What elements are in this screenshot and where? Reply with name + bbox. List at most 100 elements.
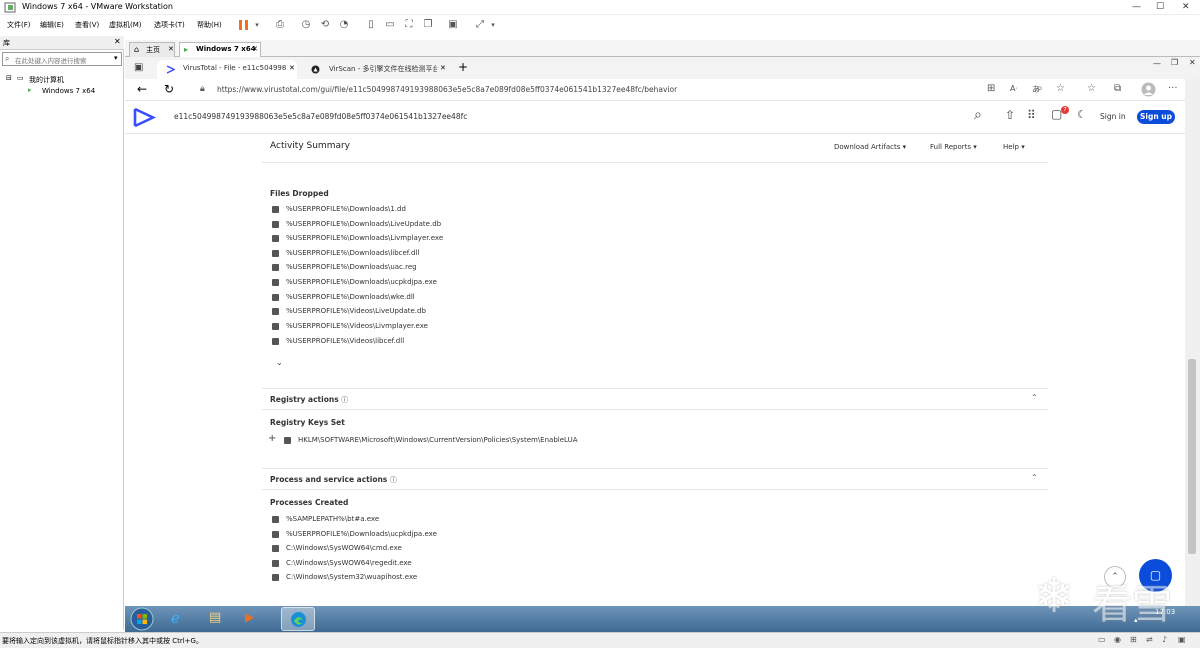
suspend-icon[interactable] [237, 19, 251, 31]
close-icon[interactable]: ✕ [1182, 2, 1190, 12]
file-explorer-icon[interactable]: ▤ [209, 610, 221, 625]
device-hdd-icon[interactable]: ▭ [1098, 635, 1106, 644]
url-field[interactable]: https://www.virustotal.com/gui/file/e11c… [217, 85, 677, 94]
menu-view[interactable]: 查看(V) [75, 20, 99, 30]
tree-collapse-icon[interactable]: ⊟ [6, 74, 12, 82]
tab-vm-close-icon[interactable]: ✕ [252, 45, 258, 53]
browser-tab-virustotal[interactable]: VirusTotal - File - e11c504998749... [157, 60, 297, 79]
collapse-icon[interactable]: ⌃ [1031, 473, 1038, 482]
sign-up-button[interactable]: Sign up [1137, 110, 1175, 124]
stretch-guest-icon[interactable]: ⤢ [473, 18, 487, 32]
menu-file[interactable]: 文件(F) [7, 20, 31, 30]
favorites-icon[interactable]: ☆ [1087, 83, 1096, 94]
add-favorite-icon[interactable]: ☆ [1056, 83, 1065, 94]
virustotal-logo-icon[interactable] [133, 107, 156, 128]
file-icon [272, 279, 279, 286]
tab-home-close-icon[interactable]: ✕ [168, 45, 174, 53]
expand-plus-icon[interactable]: + [268, 433, 276, 444]
tree-my-computer[interactable]: ⊟ ▭ 我的计算机 [6, 74, 116, 86]
registry-actions-title[interactable]: Registry actions ⓘ [270, 395, 348, 405]
lock-icon[interactable]: 🔒︎ [200, 84, 205, 94]
start-button-icon[interactable] [130, 607, 154, 631]
clock[interactable]: 17:03 [1155, 608, 1175, 616]
console-view-icon[interactable]: ▣ [446, 18, 460, 32]
show-library-icon[interactable]: ▯ [364, 18, 378, 32]
zoom-icon[interactable]: ⌕ [1037, 83, 1043, 94]
library-close-icon[interactable]: ✕ [114, 37, 121, 46]
menu-vm[interactable]: 虚拟机(M) [109, 20, 142, 30]
chat-button[interactable]: ▢ [1139, 559, 1172, 592]
snapshot-manager-icon[interactable]: ◔ [337, 18, 351, 32]
internet-explorer-icon[interactable]: ℯ [171, 609, 180, 627]
device-cd-icon[interactable]: ◉ [1114, 635, 1121, 644]
collapse-icon[interactable]: ⌃ [1031, 393, 1038, 402]
menu-edit[interactable]: 编辑(E) [40, 20, 64, 30]
download-artifacts-menu[interactable]: Download Artifacts ▾ [834, 143, 906, 151]
tab-home[interactable]: ⌂ 主页 ✕ [129, 42, 175, 57]
refresh-icon[interactable]: ↻ [164, 82, 174, 96]
tab-actions-icon[interactable]: ▣ [134, 62, 143, 73]
device-network-icon[interactable]: ⊞ [1130, 635, 1137, 644]
sign-in-link[interactable]: Sign in [1100, 112, 1126, 121]
browser-tab-close-icon[interactable]: ✕ [287, 64, 297, 72]
snapshot-icon[interactable]: ◷ [299, 18, 313, 32]
scrollbar-thumb[interactable] [1188, 359, 1196, 554]
search-hash-input[interactable]: e11c504998749193988063e5e5c8a7e089fd08e5… [174, 112, 467, 121]
suspend-dropdown-icon[interactable]: ▾ [250, 18, 264, 32]
search-dropdown-icon[interactable]: ▾ [114, 54, 118, 62]
info-icon[interactable]: ⓘ [341, 396, 348, 404]
stretch-dropdown-icon[interactable]: ▾ [486, 18, 500, 32]
media-player-icon[interactable]: ▶ [245, 610, 254, 624]
process-icon [272, 545, 279, 552]
edge-taskbar-button[interactable] [281, 607, 315, 631]
process-actions-title[interactable]: Process and service actions ⓘ [270, 475, 397, 485]
scroll-to-top-button[interactable]: ⌃ [1104, 566, 1126, 588]
info-icon[interactable]: ⓘ [390, 476, 397, 484]
new-tab-icon[interactable]: + [458, 60, 468, 74]
thumbnail-bar-icon[interactable]: ▭ [383, 18, 397, 32]
vmware-status-bar: 要将输入定向到该虚拟机，请将鼠标指针移入其中或按 Ctrl+G。 ▭ ◉ ⊞ ⇌… [0, 632, 1200, 648]
device-usb-icon[interactable]: ⇌ [1146, 635, 1153, 644]
tab-vm[interactable]: ▸ Windows 7 x64 ✕ [179, 42, 261, 57]
app-available-icon[interactable]: ⊞ [987, 83, 995, 94]
menu-tabs[interactable]: 选项卡(T) [154, 20, 185, 30]
tray-show-hidden-icon[interactable]: ▴ [1134, 616, 1138, 624]
apps-grid-icon[interactable]: ⠿ [1027, 108, 1036, 122]
tree-vm-label: Windows 7 x64 [42, 87, 96, 95]
help-menu[interactable]: Help ▾ [1003, 143, 1025, 151]
guest-minimize-icon[interactable]: — [1153, 59, 1161, 68]
full-reports-menu[interactable]: Full Reports ▾ [930, 143, 977, 151]
unity-icon[interactable]: ❐ [421, 18, 435, 32]
dark-mode-icon[interactable]: ☾ [1077, 108, 1087, 121]
browser-tab-virscan[interactable]: VirScan - 多引擎文件在线检测平台 [303, 60, 437, 79]
collections-icon[interactable]: ⧉ [1114, 83, 1121, 94]
upload-icon[interactable]: ⇧ [1005, 108, 1015, 122]
settings-more-icon[interactable]: ··· [1168, 83, 1178, 94]
notification-badge: 7 [1061, 106, 1069, 114]
guest-restore-icon[interactable]: ❐ [1171, 58, 1178, 67]
browser-scrollbar[interactable] [1185, 79, 1200, 606]
device-sound-icon[interactable]: ♪ [1162, 635, 1167, 644]
back-icon[interactable]: ← [137, 82, 147, 96]
browser-tab-virscan-label: VirScan - 多引擎文件在线检测平台 [329, 65, 437, 73]
read-aloud-icon[interactable]: Aᐧ [1010, 84, 1018, 93]
revert-snapshot-icon[interactable]: ⟲ [318, 18, 332, 32]
file-path: %USERPROFILE%\Videos\LiveUpdate.db [286, 307, 426, 315]
full-screen-icon[interactable]: ⛶ [402, 18, 416, 32]
search-icon[interactable]: ⌕ [974, 107, 982, 123]
minimize-icon[interactable]: — [1132, 2, 1141, 12]
tree-vm-item[interactable]: ▸ Windows 7 x64 [28, 86, 118, 98]
virustotal-tab-icon [166, 65, 175, 74]
library-title: 库 [3, 39, 10, 47]
menu-help[interactable]: 帮助(H) [197, 20, 222, 30]
expand-more-icon[interactable]: ⌄ [276, 358, 283, 367]
profile-avatar[interactable] [1141, 82, 1156, 97]
device-display-icon[interactable]: ▣ [1178, 635, 1186, 644]
library-search-input[interactable]: ⌕ 在此处键入内容进行搜索 ▾ [2, 52, 122, 66]
browser-tab-virscan-close-icon[interactable]: ✕ [440, 64, 446, 72]
registry-key-path: HKLM\SOFTWARE\Microsoft\Windows\CurrentV… [298, 436, 578, 444]
send-keys-icon[interactable]: ⎙ [273, 18, 287, 32]
process-path: C:\Windows\SysWOW64\cmd.exe [286, 544, 402, 552]
guest-close-icon[interactable]: ✕ [1189, 58, 1196, 67]
maximize-icon[interactable]: ☐ [1156, 2, 1164, 12]
